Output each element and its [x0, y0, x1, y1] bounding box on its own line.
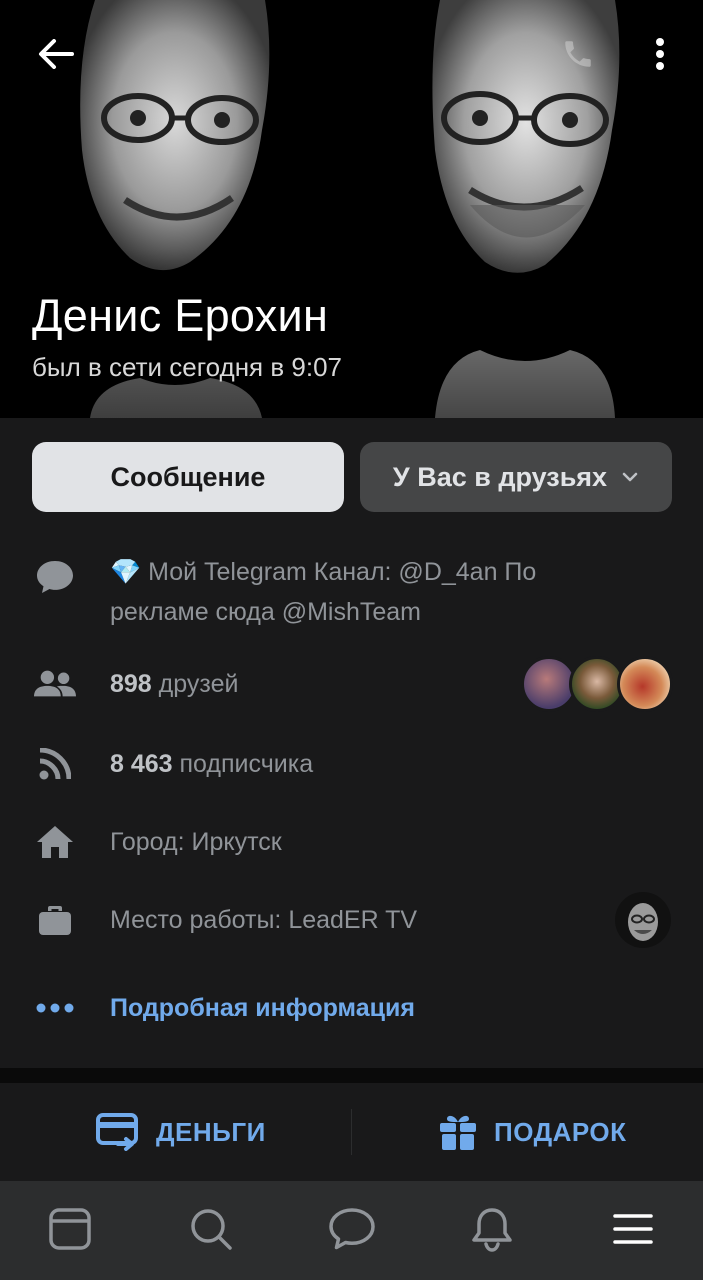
work-avatar[interactable]: [615, 892, 671, 948]
profile-info-panel: Сообщение У Вас в друзьях 💎 Мой Telegram…: [0, 418, 703, 1068]
followers-count: 8 463: [110, 750, 173, 778]
news-icon: [49, 1208, 91, 1250]
send-message-label: Сообщение: [110, 461, 266, 492]
friends-row[interactable]: 898 друзей: [0, 656, 703, 712]
search-icon: [191, 1209, 232, 1250]
profile-cover[interactable]: Денис Ерохин был в сети сегодня в 9:07: [0, 0, 703, 418]
divider: [351, 1109, 352, 1155]
work-text: Место работы: LeadER TV: [110, 906, 418, 934]
more-vertical-icon: [656, 38, 664, 70]
bio-row: 💎 Мой Telegram Канал: @D_4an По рекламе …: [0, 552, 703, 642]
friend-avatar: [617, 656, 673, 712]
diamond-icon: 💎: [110, 558, 142, 586]
phone-icon: [565, 41, 591, 67]
more-options-button[interactable]: [634, 28, 686, 80]
friends-suffix: друзей: [158, 670, 239, 698]
work-row[interactable]: Место работы: LeadER TV: [0, 892, 703, 948]
city-text: Город: Иркутск: [110, 828, 282, 856]
friends-count-text: 898 друзей: [110, 664, 238, 704]
arrow-left-icon: [39, 39, 74, 69]
send-money-button[interactable]: ДЕНЬГИ: [96, 1083, 266, 1181]
back-button[interactable]: [30, 28, 82, 80]
followers-suffix: подписчика: [179, 750, 314, 778]
friends-count: 898: [110, 670, 152, 698]
send-message-button[interactable]: Сообщение: [32, 442, 344, 512]
money-label: ДЕНЬГИ: [156, 1116, 266, 1147]
nav-messages[interactable]: [326, 1203, 378, 1255]
friend-status-label: У Вас в друзьях: [392, 461, 608, 492]
nav-search[interactable]: [185, 1203, 237, 1255]
money-transfer-icon: [96, 1113, 138, 1151]
city-row: Город: Иркутск: [0, 820, 703, 864]
more-horizontal-icon: [34, 987, 76, 1029]
nav-notifications[interactable]: [466, 1203, 518, 1255]
followers-row[interactable]: 8 463 подписчика: [0, 742, 703, 786]
profile-name: Денис Ерохин: [32, 290, 329, 341]
menu-icon: [613, 1214, 653, 1244]
friends-avatars[interactable]: [521, 656, 673, 712]
briefcase-icon: [34, 899, 76, 941]
messages-icon: [329, 1208, 375, 1250]
chevron-down-icon: [622, 472, 638, 482]
friends-icon: [34, 663, 76, 705]
home-icon: [34, 821, 76, 863]
friend-status-button[interactable]: У Вас в друзьях: [360, 442, 672, 512]
bio-content: Мой Telegram Канал: @D_4an По рекламе сю…: [110, 558, 537, 626]
action-bar: ДЕНЬГИ ПОДАРОК: [0, 1083, 703, 1181]
call-button[interactable]: [552, 28, 604, 80]
bottom-navigation: [0, 1181, 703, 1280]
gift-icon: [440, 1115, 476, 1150]
bio-text: 💎 Мой Telegram Канал: @D_4an По рекламе …: [110, 552, 630, 632]
online-status: был в сети сегодня в 9:07: [32, 352, 342, 382]
rss-icon: [34, 743, 76, 785]
more-info-link[interactable]: Подробная информация: [110, 988, 415, 1028]
nav-menu[interactable]: [607, 1203, 659, 1255]
followers-count-text: 8 463 подписчика: [110, 744, 313, 784]
send-gift-button[interactable]: ПОДАРОК: [438, 1083, 626, 1181]
notifications-icon: [472, 1208, 512, 1252]
gift-label: ПОДАРОК: [494, 1116, 627, 1147]
comment-icon: [34, 556, 76, 598]
nav-news[interactable]: [44, 1203, 96, 1255]
more-info-row[interactable]: Подробная информация: [0, 986, 703, 1030]
